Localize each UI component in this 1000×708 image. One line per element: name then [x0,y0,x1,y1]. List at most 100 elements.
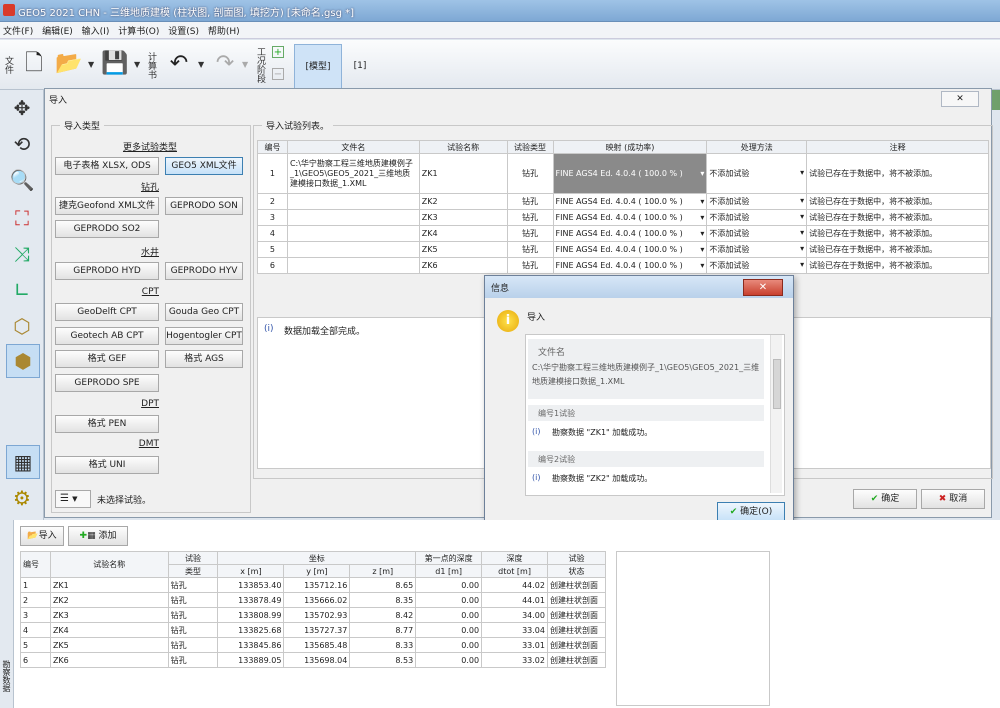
cell-no: 3 [20,607,51,623]
mapping-select[interactable]: FINE AGS4 Ed. 4.0.4 ( 100.0 % ) ▾ [552,241,708,258]
table-view-icon[interactable]: ▦ [6,445,40,479]
box-view-icon[interactable]: ⬡ [6,310,38,342]
geotech-ab-cpt-button[interactable]: Geotech AB CPT [55,327,159,345]
menu-edit[interactable]: 编辑(E) [39,22,76,39]
scrollbar-thumb[interactable] [773,359,781,409]
menu-file[interactable]: 文件(F) [0,22,36,39]
table-row[interactable]: 2 ZK2 钻孔 133878.49 135666.02 8.35 0.00 44.01 创建柱… [20,592,607,608]
mapping-select[interactable]: FINE AGS4 Ed. 4.0.4 ( 100.0 % ) ▾ [552,209,708,226]
undo-icon[interactable]: ↶ [162,46,196,82]
bottom-add-button[interactable]: ✚▦ 添加 [68,526,128,546]
add-stage-icon[interactable]: + [272,46,284,58]
uni-format-button[interactable]: 格式 UNI [55,456,159,474]
row-name: ZK3 [418,209,508,226]
table-row[interactable]: 1 C:\华宁勘察工程三维地质建模例子_1\GEO5\GEO5_2021_三维地… [257,153,989,194]
geprodo-hyv-button[interactable]: GEPRODO HYV [165,262,243,280]
geprodo-hyd-button[interactable]: GEPRODO HYD [55,262,159,280]
list-menu-button[interactable]: ☰ ▼ [55,490,91,508]
col-header-no[interactable]: 编号 [257,140,288,154]
info-ok-button[interactable]: ✔ 确定(O) [717,502,785,522]
geodelft-cpt-button[interactable]: GeoDelft CPT [55,303,159,321]
method-select[interactable]: 不添加试验 ▾ [706,241,808,258]
col-header-type[interactable]: 试验类型 [506,140,554,154]
ags-format-button[interactable]: 格式 AGS [165,350,243,368]
row-file: C:\华宁勘察工程三维地质建模例子_1\GEO5\GEO5_2021_三维地质建… [286,153,420,194]
gef-format-button[interactable]: 格式 GEF [55,350,159,368]
bottom-import-button[interactable]: 📂导入 [20,526,64,546]
solid-view-icon[interactable]: ⬢ [6,344,40,378]
geprodo-son-button[interactable]: GEPRODO SON [165,197,243,215]
col-header-name[interactable]: 试验名称 [418,140,508,154]
col-header-state2: 状态 [546,564,607,578]
table-row[interactable]: 2 ZK2 钻孔 FINE AGS4 Ed. 4.0.4 ( 100.0 % )… [257,193,989,210]
row-file [286,225,420,242]
method-select[interactable]: 不添加试验 ▾ [706,209,808,226]
table-row[interactable]: 6 ZK6 钻孔 FINE AGS4 Ed. 4.0.4 ( 100.0 % )… [257,257,989,274]
fit-view-icon[interactable]: ⛶ [6,202,38,234]
axes-2d-icon[interactable]: ∟ [6,274,38,306]
settings-gear-icon[interactable]: ⚙ [6,482,38,514]
mapping-select[interactable]: FINE AGS4 Ed. 4.0.4 ( 100.0 % ) ▾ [552,193,708,210]
redo-dropdown-icon[interactable]: ▼ [242,60,250,69]
col-header-name[interactable]: 试验名称 [49,551,169,578]
cancel-button[interactable]: ✖ 取消 [921,489,985,509]
table-row[interactable]: 5 ZK5 钻孔 133845.86 135685.48 8.33 0.00 33.01 创建柱… [20,637,607,653]
col-header-method[interactable]: 处理方法 [706,140,808,154]
table-row[interactable]: 3 ZK3 钻孔 133808.99 135702.93 8.42 0.00 34.00 创建柱… [20,607,607,623]
col-header-file[interactable]: 文件名 [286,140,420,154]
tab-stage-1[interactable]: [1] [350,44,370,88]
save-icon[interactable]: 💾 [98,46,132,82]
hogentogler-cpt-button[interactable]: Hogentogler CPT [165,327,243,345]
geofond-xml-button[interactable]: 捷克Geofond XML文件 [55,197,159,215]
mapping-select[interactable]: FINE AGS4 Ed. 4.0.4 ( 100.0 % ) ▾ [552,153,708,194]
redo-icon[interactable]: ↷ [208,46,242,82]
info-log-pane[interactable]: 文件名 C:\华宁勘察工程三维地质建模例子_1\GEO5\GEO5_2021_三… [525,334,785,496]
table-row[interactable]: 1 ZK1 钻孔 133853.40 135712.16 8.65 0.00 44.02 创建柱… [20,577,607,593]
scrollbar[interactable] [770,335,782,493]
row-name: ZK4 [418,225,508,242]
import-dialog-close-button[interactable]: ✕ [941,91,979,107]
method-select[interactable]: 不添加试验 ▾ [706,193,808,210]
mapping-select[interactable]: FINE AGS4 Ed. 4.0.4 ( 100.0 % ) ▾ [552,257,708,274]
chevron-down-icon: ▾ [800,228,805,237]
table-row[interactable]: 5 ZK5 钻孔 FINE AGS4 Ed. 4.0.4 ( 100.0 % )… [257,241,989,258]
col-header-mapping[interactable]: 映射 (成功率) [552,140,708,154]
chevron-down-icon: ▾ [800,196,805,205]
mapping-select[interactable]: FINE AGS4 Ed. 4.0.4 ( 100.0 % ) ▾ [552,225,708,242]
open-folder-icon[interactable]: 📂 [52,46,86,82]
pen-format-button[interactable]: 格式 PEN [55,415,159,433]
move-icon[interactable]: ✥ [6,92,38,124]
col-header-no[interactable]: 编号 [20,551,51,578]
table-row[interactable]: 6 ZK6 钻孔 133889.05 135698.04 8.53 0.00 33.02 创建柱… [20,652,607,668]
row-no: 1 [257,153,288,194]
tab-model[interactable]: [模型] [294,44,342,90]
col-header-note[interactable]: 注释 [806,140,989,154]
cell-x: 133878.49 [217,592,285,608]
xlsx-ods-button[interactable]: 电子表格 XLSX, ODS [55,157,159,175]
gouda-geo-cpt-button[interactable]: Gouda Geo CPT [165,303,243,321]
info-dialog-close-button[interactable]: ✕ [743,279,783,296]
method-select[interactable]: 不添加试验 ▾ [706,153,808,194]
undo-dropdown-icon[interactable]: ▼ [198,60,206,69]
zoom-icon[interactable]: 🔍 [6,164,38,196]
geprodo-spe-button[interactable]: GEPRODO SPE [55,374,159,392]
axes-3d-icon[interactable]: ⤨ [6,238,38,270]
remove-stage-icon[interactable]: − [272,68,284,80]
menu-report[interactable]: 计算书(O) [115,22,162,39]
geo5-xml-button[interactable]: GEO5 XML文件 [165,157,243,175]
save-dropdown-icon[interactable]: ▼ [134,60,142,69]
menu-settings[interactable]: 设置(S) [165,22,202,39]
row-name: ZK1 [418,153,508,194]
menu-help[interactable]: 帮助(H) [205,22,243,39]
rotate-icon[interactable]: ⟲ [6,128,38,160]
menu-input[interactable]: 输入(I) [79,22,113,39]
open-dropdown-icon[interactable]: ▼ [88,60,96,69]
new-file-icon[interactable]: 🗋 [17,46,51,82]
geprodo-so2-button[interactable]: GEPRODO SO2 [55,220,159,238]
table-row[interactable]: 3 ZK3 钻孔 FINE AGS4 Ed. 4.0.4 ( 100.0 % )… [257,209,989,226]
table-row[interactable]: 4 ZK4 钻孔 133825.68 135727.37 8.77 0.00 33.04 创建柱… [20,622,607,638]
method-select[interactable]: 不添加试验 ▾ [706,225,808,242]
ok-button[interactable]: ✔ 确定 [853,489,917,509]
method-select[interactable]: 不添加试验 ▾ [706,257,808,274]
table-row[interactable]: 4 ZK4 钻孔 FINE AGS4 Ed. 4.0.4 ( 100.0 % )… [257,225,989,242]
